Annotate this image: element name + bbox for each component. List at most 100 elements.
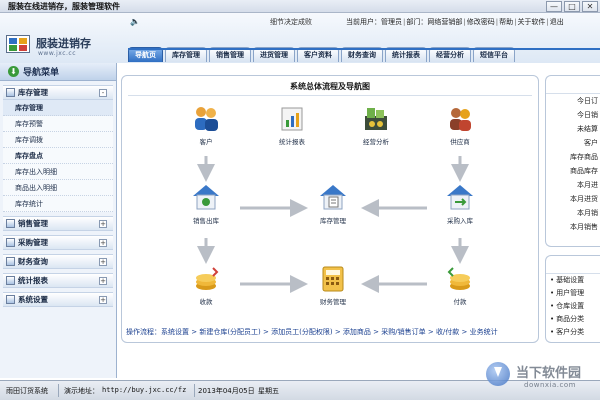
dept-label: 部门：: [406, 18, 428, 26]
payment-coins-icon: [447, 267, 470, 290]
folder-icon: [6, 88, 15, 97]
node-supplier[interactable]: 供应商: [430, 104, 490, 146]
stat-row: 本月销: [577, 209, 598, 217]
node-customer[interactable]: 客户: [176, 104, 236, 146]
node-label: 付款: [453, 298, 467, 306]
quick-link[interactable]: 仓库设置: [546, 300, 600, 313]
node-label: 统计报表: [279, 138, 305, 146]
report-icon: [6, 276, 15, 285]
user-bar: 当前用户：管理员|部门：网络营销部|修改密码|帮助|关于软件|退出: [346, 17, 564, 27]
tab-underline: [128, 48, 600, 50]
sidebar-group-label: 系统设置: [18, 295, 48, 304]
logout-link[interactable]: 退出: [550, 17, 564, 27]
window-title-bar: 服装在线进销存，服装管理软件 — □ ✕: [0, 0, 600, 13]
sidebar-group-sales[interactable]: 销售管理 +: [3, 216, 113, 231]
quick-link[interactable]: 基础设置: [546, 274, 600, 287]
status-company: 雨田订货系统: [6, 387, 48, 395]
status-demo-label: 演示地址：: [64, 387, 99, 395]
sidebar-group-label: 库存管理: [18, 88, 48, 97]
node-report[interactable]: 统计报表: [262, 104, 322, 146]
flow-step-link[interactable]: 添加商品: [343, 328, 371, 336]
sidebar-group-purchase[interactable]: 采购管理 +: [3, 235, 113, 250]
flow-step-link[interactable]: 新建仓库(分配员工): [199, 328, 260, 336]
expand-icon[interactable]: +: [99, 220, 107, 228]
close-button[interactable]: ✕: [582, 1, 598, 12]
flow-step-link[interactable]: 采购/销售订单: [381, 328, 425, 336]
sidebar-group-inventory[interactable]: 库存管理 -: [3, 85, 113, 100]
stat-row: 客户: [584, 139, 598, 147]
purchase-house-icon: [447, 185, 473, 210]
download-logo-icon: [486, 362, 510, 386]
node-label: 采购入库: [447, 217, 473, 225]
sidebar-group-reports[interactable]: 统计报表 +: [3, 273, 113, 288]
quick-links-box: 基础设置 用户管理 仓库设置 商品分类 客户分类: [545, 255, 600, 343]
sidebar-group-finance[interactable]: 财务查询 +: [3, 254, 113, 269]
node-label: 收款: [199, 298, 213, 306]
flow-label: 操作流程：: [126, 328, 161, 336]
change-password-link[interactable]: 修改密码: [467, 17, 495, 27]
stat-row: 本月进货: [570, 195, 598, 203]
minimize-button[interactable]: —: [546, 1, 562, 12]
node-receive[interactable]: 收款: [176, 264, 236, 306]
calculator-icon: [322, 266, 344, 292]
flow-step-link[interactable]: 系统设置: [161, 328, 189, 336]
expand-icon[interactable]: +: [99, 239, 107, 247]
sidebar-item-inventory-count[interactable]: 库存盘点: [3, 148, 113, 164]
node-purchase-in[interactable]: 采购入库: [430, 181, 490, 225]
logo-url: www.jxc.cc: [38, 50, 76, 57]
supplier-icon: [450, 108, 471, 131]
sidebar-group-settings[interactable]: 系统设置 +: [3, 292, 113, 307]
node-label: 库存管理: [320, 217, 346, 225]
report-chart-icon: [281, 107, 303, 131]
status-divider: [194, 384, 195, 397]
node-label: 供应商: [450, 138, 470, 146]
receive-coins-icon: [196, 267, 219, 290]
app-header: 服装进销存 www.jxc.cc 🔈 细节决定成败 当前用户：管理员|部门：网络…: [0, 13, 600, 63]
sidebar-item-inventory-alert[interactable]: 库存预警: [3, 116, 113, 132]
expand-icon[interactable]: +: [99, 296, 107, 304]
analysis-money-icon: [365, 108, 387, 130]
window-title: 服装在线进销存，服装管理软件: [8, 2, 120, 11]
expand-icon[interactable]: +: [99, 258, 107, 266]
node-sales-out[interactable]: 销售出库: [176, 181, 236, 225]
sales-icon: [6, 219, 15, 228]
stat-row: 今日销: [577, 111, 598, 119]
node-label: 财务管理: [320, 298, 346, 306]
about-link[interactable]: 关于软件: [517, 17, 545, 27]
flow-step-link[interactable]: 添加员工(分配权限): [271, 328, 332, 336]
status-demo-url: http://buy.jxc.cc/fz: [102, 386, 187, 394]
node-label: 经营分析: [363, 138, 389, 146]
maximize-button[interactable]: □: [564, 1, 580, 12]
sidebar-group-label: 销售管理: [18, 219, 48, 228]
stat-row: 库存商品: [570, 153, 598, 161]
sidebar-item-inventory-manage[interactable]: 库存管理: [3, 100, 113, 116]
right-panel: 今日订 今日销 未结算 客户 库存商品 商品库存 本月进 本月进货 本月销 本月…: [545, 75, 600, 343]
notice-text: 细节决定成败: [270, 18, 312, 26]
quick-link[interactable]: 客户分类: [546, 326, 600, 339]
node-finance[interactable]: 财务管理: [303, 264, 363, 306]
quick-links-header: [546, 256, 600, 274]
flow-panel: 系统总体流程及导航图 客户 统计报表 经营分析 供应商 销售出库 库存管理 采购…: [121, 75, 539, 343]
watermark: 当下软件园 downxia.com: [482, 360, 600, 398]
quick-link[interactable]: 用户管理: [546, 287, 600, 300]
help-link[interactable]: 帮助: [499, 17, 513, 27]
expand-icon[interactable]: +: [99, 277, 107, 285]
sidebar-item-inventory-detail[interactable]: 库存出入明细: [3, 164, 113, 180]
node-inventory[interactable]: 库存管理: [303, 181, 363, 225]
flow-step-link[interactable]: 业务统计: [470, 328, 498, 336]
sidebar-item-inventory-stats[interactable]: 库存统计: [3, 196, 113, 212]
sidebar-item-goods-detail[interactable]: 商品出入明细: [3, 180, 113, 196]
node-label: 销售出库: [193, 217, 219, 225]
flow-step-link[interactable]: 收/付款: [436, 328, 459, 336]
sidebar-header: ⬇ 导航菜单: [0, 63, 116, 81]
speaker-icon[interactable]: 🔈: [130, 17, 140, 26]
stat-row: 商品库存: [570, 167, 598, 175]
quick-link[interactable]: 商品分类: [546, 313, 600, 326]
user-name: 管理员: [381, 18, 402, 26]
stat-row: 未结算: [577, 125, 598, 133]
node-analysis[interactable]: 经营分析: [346, 104, 406, 146]
node-payment[interactable]: 付款: [430, 264, 490, 306]
collapse-icon[interactable]: -: [99, 89, 107, 97]
status-divider: [58, 384, 59, 397]
sidebar-item-inventory-transfer[interactable]: 库存调拨: [3, 132, 113, 148]
